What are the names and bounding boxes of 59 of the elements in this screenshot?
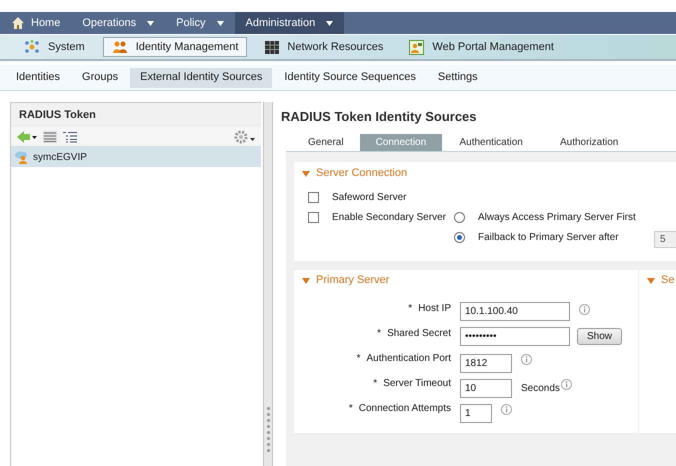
checkbox-option[interactable]: Enable Secondary Server [308, 210, 446, 224]
sidebar-item[interactable]: symcEGVIP [11, 147, 261, 167]
portal-icon [409, 40, 424, 54]
checkbox[interactable] [308, 192, 319, 202]
info-icon[interactable] [521, 354, 532, 364]
required-mark: * [356, 352, 360, 366]
field-label: Server Timeout [383, 376, 451, 390]
section-tab[interactable]: Network Resources [257, 37, 392, 57]
section-tab[interactable]: Web Portal Management [401, 37, 562, 57]
house-icon [11, 16, 25, 30]
show-button[interactable]: Show [577, 328, 622, 344]
text-field[interactable]: 1 [460, 404, 492, 422]
nav-menu-item[interactable]: Policy [165, 12, 234, 34]
people-icon [112, 40, 128, 54]
radio-option[interactable]: Always Access Primary Server First [454, 210, 636, 224]
back-arrow-icon[interactable] [17, 130, 37, 142]
caret-icon [647, 278, 655, 284]
radio-option[interactable]: Failback to Primary Server after [454, 230, 636, 244]
checkbox-option[interactable]: Safeword Server [308, 190, 446, 204]
list-view-icon[interactable] [43, 130, 57, 142]
unit-label: Seconds [521, 382, 560, 396]
info-icon[interactable] [501, 404, 512, 414]
required-mark: * [348, 402, 353, 416]
gear-icon[interactable] [233, 130, 255, 144]
nav-menu-item[interactable]: Administration [234, 12, 344, 34]
sub-nav-tab[interactable]: External Identity Sources [130, 68, 272, 88]
section-tab[interactable]: System [16, 37, 93, 57]
page-title: RADIUS Token Identity Sources [281, 108, 478, 126]
text-field[interactable]: ••••••••• [460, 326, 570, 346]
sidebar-title: RADIUS Token [11, 103, 261, 127]
required-mark: * [377, 326, 382, 340]
field-label: Authentication Port [366, 352, 451, 366]
caret-icon [302, 170, 310, 176]
sub-nav-tab[interactable]: Settings [428, 68, 488, 88]
radio-button[interactable] [454, 212, 465, 222]
section-tab[interactable]: Identity Management [102, 37, 248, 57]
text-field[interactable]: 10.1.100.40 [460, 302, 570, 320]
grid-icon [265, 40, 280, 54]
info-icon[interactable] [560, 378, 572, 390]
caret-icon [302, 278, 310, 284]
checkbox[interactable] [308, 212, 319, 222]
failback-minutes-field[interactable]: 5 [654, 230, 676, 248]
cloud-user-icon [15, 150, 29, 164]
network-icon [24, 40, 40, 54]
field-label: Host IP [418, 302, 451, 316]
tree-view-icon[interactable] [63, 130, 77, 142]
nav-menu-item[interactable]: Home [0, 12, 72, 34]
required-mark: * [373, 376, 378, 390]
field-label: Connection Attempts [358, 402, 451, 416]
sub-nav-tab[interactable]: Identity Source Sequences [274, 68, 426, 88]
field-label: Shared Secret [387, 326, 451, 340]
text-field[interactable]: 1812 [460, 354, 512, 372]
nav-menu-item[interactable]: Operations [71, 12, 166, 34]
required-mark: * [408, 302, 412, 316]
sub-nav-tab[interactable]: Groups [72, 68, 128, 88]
info-icon[interactable] [579, 304, 590, 314]
sub-nav-tab[interactable]: Identities [6, 68, 70, 88]
text-field[interactable]: 10 [460, 378, 512, 398]
radio-button[interactable] [454, 232, 465, 242]
